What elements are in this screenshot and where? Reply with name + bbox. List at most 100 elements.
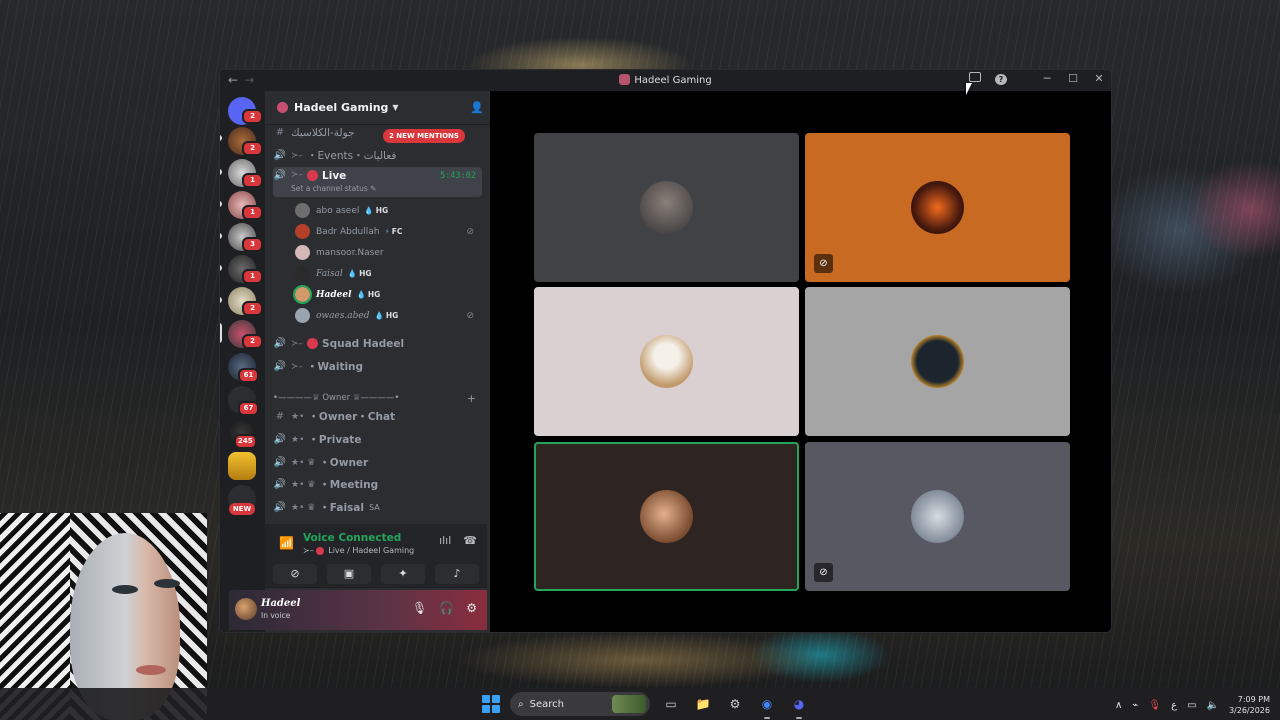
set-status-link[interactable]: Set a channel status ✎ (291, 184, 376, 193)
member-tag-text: HG (367, 290, 381, 299)
new-mentions-pill[interactable]: 2 NEW MENTIONS (383, 129, 465, 143)
drop-icon: 💧 (374, 311, 384, 320)
channel-label: جولة-الكلاسيك (291, 126, 355, 139)
channel-meeting[interactable]: 🔊 ★• ♛ ・Meeting (273, 474, 482, 495)
activities-button[interactable]: ✦ (381, 564, 425, 584)
voice-member[interactable]: Badr Abdullah ⚡ FC ⊘ (295, 222, 480, 241)
member-tag: 💧 HG (364, 206, 388, 215)
search-box[interactable]: ⌕ Search (510, 692, 650, 716)
channel-events[interactable]: 🔊 ≻– ・Events・فعاليات (273, 145, 482, 166)
user-controls: 🎙 🎧 ⚙ (412, 601, 477, 615)
minimize-button[interactable]: ─ (1041, 72, 1053, 85)
clock-time: 7:09 PM (1237, 695, 1270, 704)
channel-label: ・Private (308, 434, 362, 446)
deco-icon: ≻– (291, 361, 304, 372)
speaker-icon: 🔊 (273, 434, 287, 445)
add-channel-icon[interactable]: + (467, 392, 476, 405)
user-status: In voice (261, 611, 291, 620)
mic-in-use-icon[interactable]: 🎙 (1148, 700, 1161, 711)
channel-private[interactable]: 🔊 ★• ・Private (273, 429, 482, 450)
voice-member[interactable]: Hadeel 💧 HG (293, 285, 480, 304)
avatar (293, 285, 312, 304)
participant-avatar (640, 490, 693, 543)
channel-waiting[interactable]: 🔊 ≻– ・Waiting (273, 356, 482, 377)
channel-squad[interactable]: 🔊 ≻– Squad Hadeel (273, 333, 482, 354)
channel-owner[interactable]: 🔊 ★• ♛ ・Owner (273, 452, 482, 473)
participant-avatar (911, 181, 964, 234)
chrome-icon[interactable]: ◉ (756, 693, 778, 719)
clock[interactable]: 7:09 PM 3/26/2026 (1229, 694, 1270, 716)
participant-tile[interactable]: ⊘ (805, 442, 1070, 591)
bolt-icon: ⚡ (384, 227, 390, 236)
headphones-icon[interactable]: 🎧 (439, 601, 454, 615)
mouse-cursor (966, 83, 972, 95)
server-icon[interactable] (228, 452, 256, 480)
member-name: Badr Abdullah (316, 226, 380, 237)
drop-icon: 💧 (356, 290, 366, 299)
category-owner[interactable]: •————♕ Owner ♕————• + (273, 391, 482, 405)
file-explorer-icon[interactable]: 📁 (692, 693, 714, 715)
network-icon[interactable]: ⌁ (1132, 700, 1138, 711)
discord-taskbar-icon[interactable]: ◕ (788, 693, 810, 719)
display-icon[interactable]: ▭ (1187, 700, 1196, 711)
search-label: Search (529, 698, 564, 710)
settings-gear-icon[interactable]: ⚙ (466, 601, 477, 615)
help-icon[interactable]: ? (995, 72, 1007, 85)
call-timer: 5:43:02 (440, 171, 476, 181)
participant-tile[interactable] (534, 287, 799, 436)
task-view-icon[interactable]: ▭ (660, 693, 682, 715)
signal-icon[interactable]: 📶 (279, 536, 294, 550)
voice-member[interactable]: owaes.abed 💧 HG ⊘ (295, 306, 480, 325)
channel-label: Live (322, 170, 347, 182)
microphone-icon[interactable]: 🎙 (412, 601, 427, 615)
disconnect-icon[interactable]: ☎ (463, 534, 477, 547)
guild-icon (277, 102, 288, 113)
user-name[interactable]: Hadeel (261, 598, 300, 609)
channel-faisal[interactable]: 🔊 ★• ♛ ・Faisal SA (273, 497, 482, 518)
channel-live[interactable]: 🔊 ≻– Live 5:43:02 Set a channel status ✎ (273, 167, 482, 197)
speaker-icon: 🔊 (273, 338, 287, 349)
voice-status-title[interactable]: Voice Connected (303, 532, 401, 544)
user-avatar[interactable] (235, 598, 257, 620)
participant-tile[interactable]: ⊘ (805, 133, 1070, 282)
app-icon[interactable]: ⚙ (724, 693, 746, 715)
participant-tile[interactable] (534, 442, 799, 591)
deco-icon: ≻– (291, 150, 304, 161)
maximize-button[interactable]: ☐ (1067, 72, 1079, 85)
voice-channel-link[interactable]: ≻– Live / Hadeel Gaming (303, 546, 414, 555)
speaker-icon: 🔊 (273, 170, 287, 181)
start-button[interactable] (482, 695, 500, 713)
screen-share-button[interactable]: ▣ (327, 564, 371, 584)
participant-avatar (911, 335, 964, 388)
drop-icon: 💧 (364, 206, 374, 215)
member-name: owaes.abed (316, 310, 370, 321)
voice-member[interactable]: mansoor.Naser (295, 243, 480, 262)
drop-icon: 💧 (347, 269, 358, 278)
avatar (295, 203, 310, 218)
voice-member[interactable]: abo aseel 💧 HG (295, 201, 480, 220)
member-tag-text: HG (359, 269, 372, 278)
deco-icon: ≻– (291, 170, 304, 180)
status-hint: Set a channel status (291, 184, 368, 193)
soundboard-button[interactable]: ♪ (435, 564, 479, 584)
chevron-up-icon[interactable]: ∧ (1115, 700, 1122, 711)
avatar (295, 224, 310, 239)
voice-member[interactable]: Faisal 💧 HG (295, 264, 480, 283)
participant-tile[interactable] (805, 287, 1070, 436)
participant-tile[interactable] (534, 133, 799, 282)
invite-people-icon[interactable]: 👤 (470, 101, 484, 114)
server-rail: 2 2 1 1 3 1 2 2 61 67 245 NEW (220, 91, 265, 632)
search-highlight-image (612, 695, 646, 713)
volume-icon[interactable]: 🔈 (1207, 700, 1219, 711)
guild-header[interactable]: Hadeel Gaming ▼ 👤 (265, 91, 490, 125)
channel-owner-chat[interactable]: # ★• ・Owner・Chat (273, 406, 482, 427)
system-tray: ∧ ⌁ 🎙 ع ▭ 🔈 7:09 PM 3/26/2026 (1115, 694, 1270, 716)
language-indicator[interactable]: ع (1171, 700, 1177, 711)
star-icon: ★• (291, 411, 305, 422)
close-button[interactable]: ✕ (1093, 72, 1105, 85)
crown-icon: ★• ♛ (291, 479, 316, 490)
taskbar: ⌕ Search ▭ 📁 ⚙ ◉ ◕ ∧ ⌁ 🎙 ع ▭ 🔈 7:09 PM 3… (0, 688, 1280, 720)
window-title-text: Hadeel Gaming (634, 75, 712, 86)
noise-suppression-icon[interactable]: ılıl (439, 534, 451, 547)
camera-off-button[interactable]: ⊘ (273, 564, 317, 584)
